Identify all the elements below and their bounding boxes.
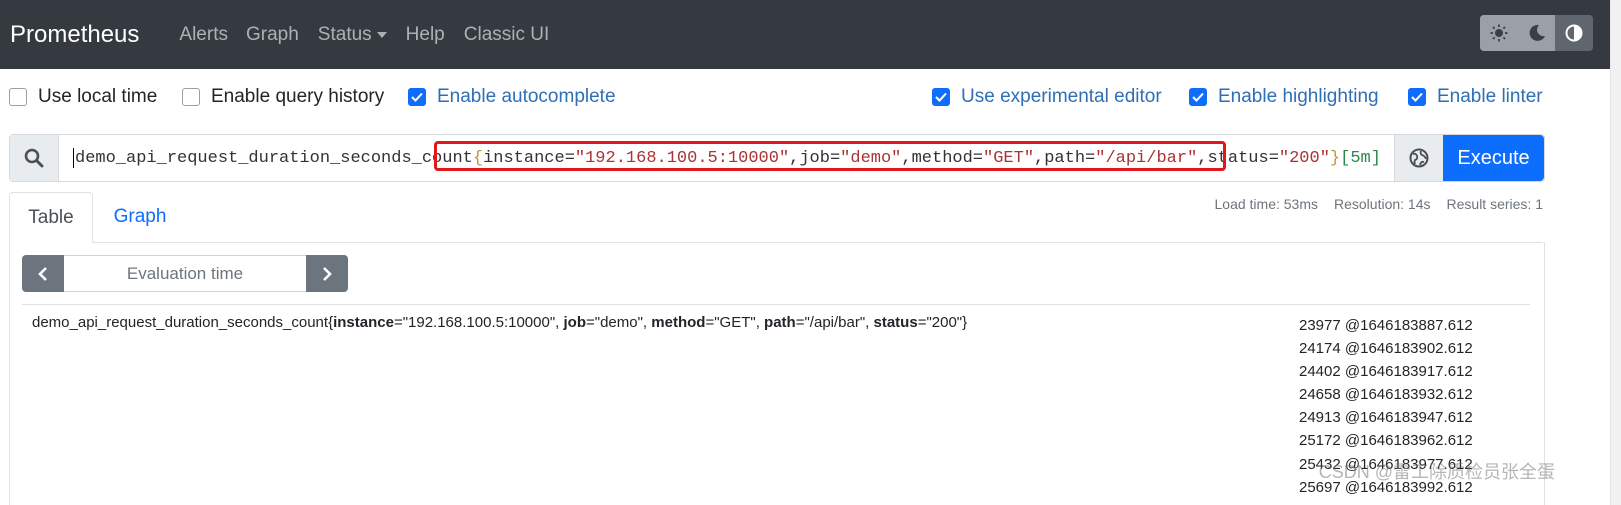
series-key: status (873, 314, 918, 331)
series-value: ="/api/bar", (795, 314, 874, 331)
enable-autocomplete-label: Enable autocomplete (437, 86, 616, 107)
nav-status-dropdown[interactable]: Status (318, 24, 387, 46)
theme-toggle-group (1480, 15, 1593, 51)
check-icon (935, 92, 947, 102)
nav-status-label: Status (317, 23, 372, 45)
chevron-left-icon (38, 266, 47, 281)
sample-value: 24658 @1646183932.612 (1299, 386, 1473, 404)
use-local-time-option[interactable]: Use local time (9, 86, 157, 108)
enable-autocomplete-option[interactable]: Enable autocomplete (408, 86, 616, 108)
query-close-brace: } (1329, 148, 1341, 168)
globe-icon (1409, 148, 1429, 168)
sun-icon (1490, 24, 1508, 42)
page-scrollbar[interactable] (1610, 0, 1621, 505)
expression-editor[interactable]: demo_api_request_duration_seconds_count{… (59, 135, 1394, 181)
tab-table[interactable]: Table (9, 192, 93, 243)
nav-graph[interactable]: Graph (246, 24, 299, 46)
series-value: ="demo", (586, 314, 652, 331)
query-value-status: "200" (1278, 148, 1330, 168)
query-options-row: Use local time Enable query history Enab… (0, 86, 1600, 118)
query-metric: demo_api_request_duration_seconds_count (75, 148, 473, 168)
brand-logo[interactable]: Prometheus (10, 21, 139, 49)
sample-value: 23977 @1646183887.612 (1299, 317, 1473, 334)
query-stats: Load time: 53ms Resolution: 14s Result s… (1215, 196, 1544, 212)
use-local-time-checkbox[interactable] (9, 88, 27, 106)
series-key: method (651, 314, 706, 331)
series-value: ="GET", (705, 314, 765, 331)
series-close-brace: } (962, 314, 968, 331)
metrics-explorer-button[interactable] (1394, 135, 1443, 181)
expression-input-group: demo_api_request_duration_seconds_count{… (9, 134, 1545, 182)
load-time-stat: Load time: 53ms (1214, 196, 1319, 212)
result-series-stat: Result series: 1 (1446, 196, 1543, 212)
execute-button[interactable]: Execute (1443, 135, 1544, 181)
enable-highlighting-checkbox[interactable] (1189, 88, 1207, 106)
series-labels: demo_api_request_duration_seconds_count{… (32, 314, 967, 331)
nav-alerts[interactable]: Alerts (179, 24, 228, 46)
use-experimental-editor-label: Use experimental editor (961, 86, 1162, 107)
watermark-text: CSDN @雷工除质检员张全蛋 (1318, 462, 1555, 482)
previous-time-button[interactable] (22, 255, 64, 292)
enable-autocomplete-checkbox[interactable] (408, 88, 426, 106)
table-divider (22, 304, 1530, 305)
enable-query-history-label: Enable query history (211, 86, 385, 107)
sample-value: 25172 @1646183962.612 (1299, 432, 1473, 450)
evaluation-time-picker: Evaluation time (22, 255, 348, 292)
sample-value: 24402 @1646183917.612 (1299, 363, 1473, 381)
text-cursor (73, 148, 74, 168)
series-value: ="200" (917, 314, 963, 331)
enable-linter-label: Enable linter (1437, 86, 1543, 107)
enable-query-history-option[interactable]: Enable query history (182, 86, 384, 108)
sample-value: 24174 @1646183902.612 (1299, 340, 1473, 358)
sample-value: 24913 @1646183947.612 (1299, 409, 1473, 427)
search-icon (24, 148, 44, 168)
use-experimental-editor-checkbox[interactable] (932, 88, 950, 106)
nav-graph-label: Graph (245, 23, 299, 45)
evaluation-time-input[interactable]: Evaluation time (64, 255, 306, 292)
dark-theme-button[interactable] (1517, 15, 1556, 51)
check-icon (1411, 92, 1423, 102)
top-navbar: Prometheus Alerts Graph Status Help Clas… (0, 0, 1611, 69)
resolution-stat: Resolution: 14s (1334, 196, 1431, 212)
enable-linter-checkbox[interactable] (1408, 88, 1426, 106)
enable-highlighting-option[interactable]: Enable highlighting (1189, 86, 1379, 108)
series-value: ="192.168.100.5:10000", (393, 314, 564, 331)
enable-query-history-checkbox[interactable] (182, 88, 200, 106)
search-icon-addon (10, 135, 59, 181)
enable-linter-option[interactable]: Enable linter (1408, 86, 1543, 108)
use-local-time-label: Use local time (38, 86, 158, 107)
contrast-icon (1565, 24, 1583, 42)
chevron-down-icon (376, 31, 387, 38)
next-time-button[interactable] (306, 255, 348, 292)
use-experimental-editor-option[interactable]: Use experimental editor (932, 86, 1162, 108)
series-key: job (563, 314, 587, 331)
auto-theme-button[interactable] (1555, 15, 1593, 51)
series-key: path (764, 314, 796, 331)
series-metric: demo_api_request_duration_seconds_count (32, 314, 329, 331)
check-icon (411, 92, 423, 102)
chevron-right-icon (323, 266, 332, 281)
light-theme-button[interactable] (1480, 15, 1518, 51)
moon-icon (1529, 24, 1545, 41)
query-range: [5m] (1340, 148, 1381, 168)
series-key: instance (333, 314, 394, 331)
nav-classic-ui[interactable]: Classic UI (464, 24, 550, 46)
nav-help[interactable]: Help (406, 24, 445, 46)
enable-highlighting-label: Enable highlighting (1218, 86, 1379, 107)
tab-graph[interactable]: Graph (105, 192, 175, 242)
check-icon (1192, 92, 1204, 102)
annotation-highlight-box (434, 141, 1226, 171)
